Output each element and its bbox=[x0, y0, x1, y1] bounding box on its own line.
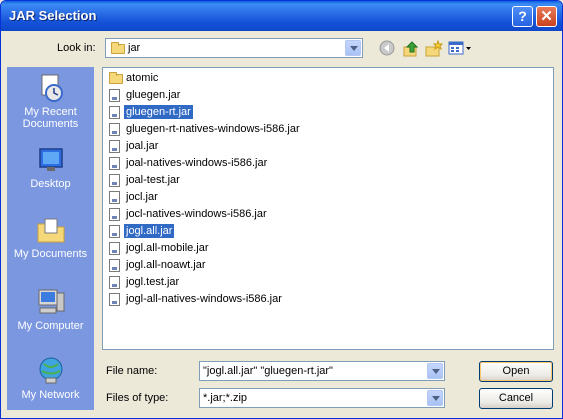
jar-file-icon bbox=[109, 123, 120, 136]
jar-file-icon bbox=[109, 174, 120, 187]
my-computer-icon bbox=[36, 287, 66, 317]
chevron-down-icon[interactable] bbox=[427, 363, 443, 379]
help-button[interactable]: ? bbox=[512, 6, 533, 27]
item-name: joal.jar bbox=[126, 140, 159, 152]
place-my-computer[interactable]: My Computer bbox=[7, 287, 94, 332]
desktop-icon bbox=[36, 145, 66, 175]
item-name: gluegen-rt.jar bbox=[123, 104, 194, 120]
jar-file-icon bbox=[109, 191, 120, 204]
place-label: My Computer bbox=[17, 320, 84, 332]
item-name: gluegen.jar bbox=[126, 89, 181, 101]
title-bar[interactable]: JAR Selection ? ✕ bbox=[1, 1, 562, 31]
place-my-recent-documents[interactable]: My Recent Documents bbox=[7, 73, 94, 130]
jar-file-icon bbox=[109, 225, 120, 238]
place-label: Desktop bbox=[30, 178, 71, 190]
jar-file-icon bbox=[109, 89, 120, 102]
close-button[interactable]: ✕ bbox=[536, 6, 557, 27]
views-menu-icon[interactable] bbox=[448, 40, 472, 58]
file-list[interactable]: atomic gluegen.jar gluegen-rt.jar gluege… bbox=[102, 67, 554, 350]
new-folder-icon[interactable] bbox=[425, 39, 444, 58]
jar-file-icon bbox=[109, 106, 120, 119]
jar-file-icon bbox=[109, 276, 120, 289]
item-name: jogl.all.jar bbox=[122, 223, 176, 239]
jar-file-icon bbox=[109, 259, 120, 272]
place-label: My Network bbox=[21, 389, 80, 401]
jar-file-icon bbox=[109, 157, 120, 170]
item-name: jogl.all-noawt.jar bbox=[126, 259, 206, 271]
item-name: joal-test.jar bbox=[126, 174, 180, 186]
place-my-documents[interactable]: My Documents bbox=[7, 215, 94, 260]
item-name: atomic bbox=[126, 72, 159, 84]
chevron-down-icon[interactable] bbox=[345, 40, 361, 56]
jar-selection-dialog: JAR Selection ? ✕ Look in: jar My Recent… bbox=[0, 0, 563, 419]
look-in-value: jar bbox=[128, 42, 141, 54]
place-my-network[interactable]: My Network bbox=[7, 356, 94, 401]
jar-file-icon bbox=[109, 208, 120, 221]
my-network-icon bbox=[36, 356, 66, 386]
files-of-type-dropdown[interactable]: *.jar;*.zip bbox=[199, 388, 445, 408]
item-name: jogl.all-mobile.jar bbox=[126, 242, 209, 254]
jar-file-icon bbox=[109, 242, 120, 255]
place-desktop[interactable]: Desktop bbox=[7, 145, 94, 190]
window-title: JAR Selection bbox=[9, 8, 97, 23]
folder-icon bbox=[111, 42, 125, 54]
back-icon[interactable] bbox=[378, 40, 396, 58]
place-label: My Recent Documents bbox=[22, 106, 79, 130]
chevron-down-icon[interactable] bbox=[427, 390, 443, 406]
file-name-field[interactable]: "jogl.all.jar" "gluegen-rt.jar" bbox=[199, 361, 445, 381]
item-name: gluegen-rt-natives-windows-i586.jar bbox=[126, 123, 300, 135]
recent-documents-icon bbox=[36, 73, 66, 103]
my-documents-icon bbox=[36, 215, 66, 245]
open-button[interactable]: Open bbox=[479, 361, 553, 382]
place-label: My Documents bbox=[13, 248, 88, 260]
folder-icon bbox=[109, 72, 123, 84]
jar-file-icon bbox=[109, 293, 120, 306]
places-bar: My Recent Documents Desktop My Documents… bbox=[7, 67, 94, 410]
look-in-label: Look in: bbox=[57, 42, 96, 54]
jar-file-icon bbox=[109, 140, 120, 153]
cancel-button[interactable]: Cancel bbox=[479, 388, 553, 409]
item-name: jocl-natives-windows-i586.jar bbox=[126, 208, 267, 220]
look-in-dropdown[interactable]: jar bbox=[105, 38, 363, 58]
item-name: jogl.test.jar bbox=[126, 276, 180, 288]
item-name: jocl.jar bbox=[126, 191, 158, 203]
file-name-label: File name: bbox=[106, 365, 158, 377]
item-name: jogl-all-natives-windows-i586.jar bbox=[126, 293, 282, 305]
files-of-type-label: Files of type: bbox=[106, 392, 169, 404]
item-name: joal-natives-windows-i586.jar bbox=[126, 157, 268, 169]
files-of-type-value: *.jar;*.zip bbox=[203, 392, 248, 404]
file-name-value: "jogl.all.jar" "gluegen-rt.jar" bbox=[203, 365, 333, 377]
up-folder-icon[interactable] bbox=[402, 40, 420, 58]
